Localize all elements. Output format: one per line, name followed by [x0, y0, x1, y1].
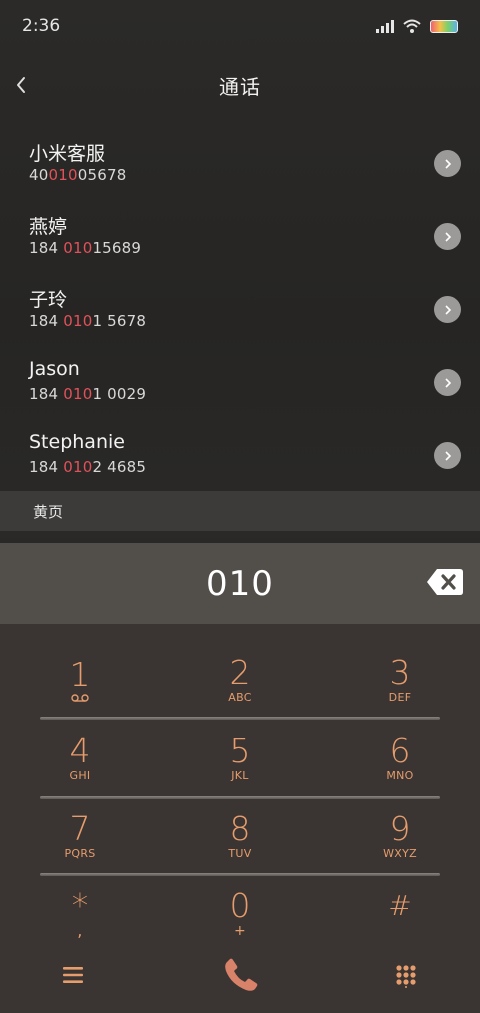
- key-hash[interactable]: #: [320, 875, 480, 951]
- contact-number: 184 01015689: [29, 239, 142, 257]
- contact-detail-button[interactable]: [434, 150, 461, 177]
- menu-icon[interactable]: [62, 965, 84, 985]
- status-bar: 2:36: [0, 0, 480, 52]
- key-8[interactable]: 8 TUV: [160, 798, 320, 874]
- contact-number: 184 0101 5678: [29, 312, 147, 330]
- contact-detail-button[interactable]: [434, 369, 461, 396]
- contact-row[interactable]: Stephanie 184 0102 4685: [0, 419, 480, 492]
- contact-row[interactable]: 子玲 184 0101 5678: [0, 273, 480, 346]
- contact-name: Jason: [29, 358, 80, 380]
- contact-number: 184 0101 0029: [29, 385, 147, 403]
- chevron-right-icon: [444, 231, 451, 242]
- contact-name: 燕婷: [29, 216, 68, 238]
- key-4[interactable]: 4 GHI: [0, 720, 160, 796]
- contact-detail-button[interactable]: [434, 223, 461, 250]
- key-7[interactable]: 7 PQRS: [0, 798, 160, 874]
- header: 通话: [0, 60, 480, 110]
- wifi-icon: [403, 19, 421, 33]
- contact-number: 4001005678: [29, 166, 127, 184]
- yellow-pages-section[interactable]: 黄页: [0, 491, 480, 531]
- key-0[interactable]: 0 +: [160, 875, 320, 951]
- key-9[interactable]: 9 WXYZ: [320, 798, 480, 874]
- dialed-number: 010: [206, 563, 274, 604]
- phone-icon[interactable]: [218, 956, 262, 996]
- key-5[interactable]: 5 JKL: [160, 720, 320, 796]
- chevron-right-icon: [444, 377, 451, 388]
- contact-row[interactable]: 小米客服 4001005678: [0, 127, 480, 200]
- contact-name: Stephanie: [29, 431, 125, 453]
- contact-number: 184 0102 4685: [29, 458, 147, 476]
- dial-display: 010: [0, 543, 480, 624]
- voicemail-icon: [71, 694, 89, 702]
- key-star[interactable]: * ,: [0, 875, 160, 951]
- signal-icon: [376, 19, 394, 33]
- key-1[interactable]: 1: [0, 642, 160, 718]
- chevron-right-icon: [444, 304, 451, 315]
- page-title: 通话: [219, 74, 261, 99]
- battery-icon: [430, 19, 458, 33]
- chevron-right-icon: [444, 450, 451, 461]
- contact-row[interactable]: 燕婷 184 01015689: [0, 200, 480, 273]
- contact-detail-button[interactable]: [434, 442, 461, 469]
- dialpad-icon[interactable]: [395, 964, 417, 988]
- key-3[interactable]: 3 DEF: [320, 642, 480, 718]
- key-6[interactable]: 6 MNO: [320, 720, 480, 796]
- contact-detail-button[interactable]: [434, 296, 461, 323]
- bottom-bar: [0, 950, 480, 1005]
- back-icon[interactable]: [10, 70, 40, 100]
- chevron-right-icon: [444, 158, 451, 169]
- backspace-icon[interactable]: [426, 567, 464, 597]
- status-icons: [376, 19, 458, 33]
- contact-name: 小米客服: [29, 143, 106, 165]
- status-time: 2:36: [22, 16, 61, 36]
- contact-name: 子玲: [29, 289, 68, 311]
- contact-row[interactable]: Jason 184 0101 0029: [0, 346, 480, 419]
- key-2[interactable]: 2 ABC: [160, 642, 320, 718]
